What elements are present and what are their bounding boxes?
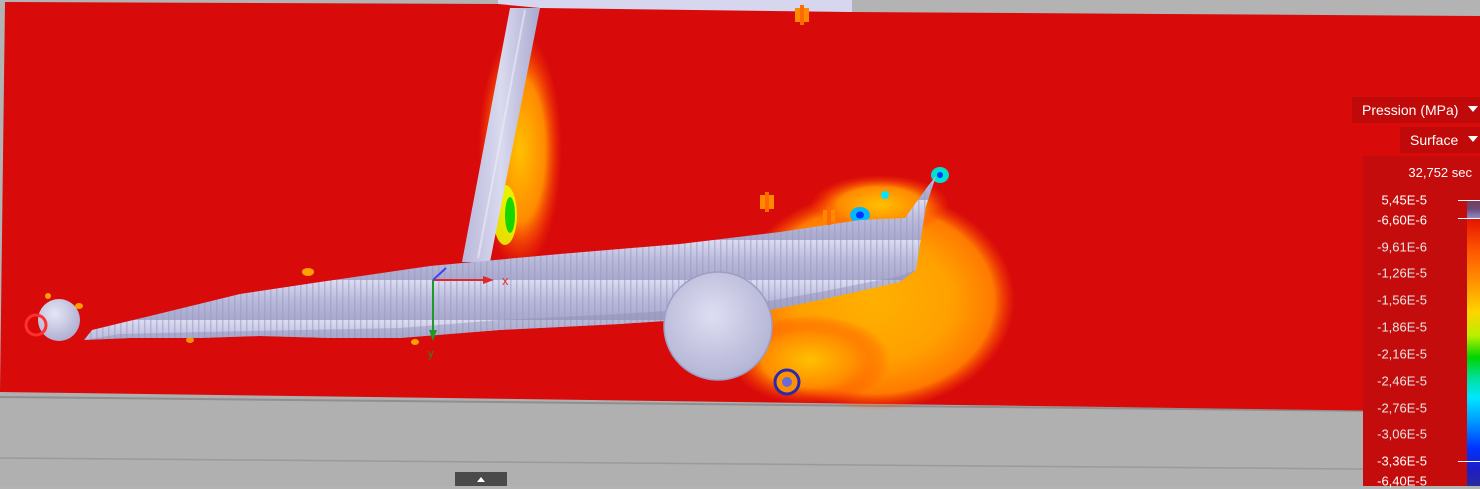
legend-label: -1,26E-5 — [1377, 265, 1427, 281]
pressure-spot-small-5 — [45, 293, 51, 299]
legend-labels: 5,45E-5 -6,60E-6 -9,61E-6 -1,26E-5 -1,56… — [1363, 156, 1427, 489]
display-mode-label: Surface — [1410, 132, 1459, 148]
y-axis-label: y — [428, 348, 434, 360]
sensor-icon[interactable] — [760, 192, 774, 212]
chevron-down-icon — [1468, 106, 1478, 112]
display-mode-dropdown[interactable]: Surface — [1400, 127, 1480, 153]
legend-label: -3,36E-5 — [1377, 453, 1427, 469]
legend-lower-slider[interactable] — [1458, 461, 1480, 462]
pressure-spot-small-1 — [302, 268, 314, 276]
legend-color-bar — [1467, 218, 1480, 486]
pressure-spot-small-2 — [411, 339, 419, 345]
legend-label: -2,46E-5 — [1377, 373, 1427, 389]
legend-label: -6,40E-5 — [1377, 473, 1427, 489]
legend-label: -1,86E-5 — [1377, 319, 1427, 335]
legend-min-slider[interactable] — [1458, 200, 1480, 201]
color-legend: 32,752 sec 5,45E-5 -6,60E-6 -9,61E-6 -1,… — [1363, 156, 1480, 489]
legend-label: -3,06E-5 — [1377, 426, 1427, 442]
3d-viewport[interactable]: x y Pression (MPa) Surface 32,752 sec 5,… — [0, 0, 1480, 489]
legend-label: -6,60E-6 — [1377, 212, 1427, 228]
simulation-scene[interactable]: x y — [0, 0, 1480, 486]
legend-label: -1,56E-5 — [1377, 292, 1427, 308]
part-disk[interactable] — [663, 271, 773, 381]
legend-out-of-range-swatch — [1467, 200, 1480, 218]
chevron-down-icon — [1468, 136, 1478, 142]
panel-expand-tab[interactable] — [455, 472, 507, 486]
pressure-spot-blue-1-core — [856, 211, 864, 219]
legend-label: -9,61E-6 — [1377, 239, 1427, 255]
legend-label: 5,45E-5 — [1381, 192, 1427, 208]
legend-max-slider[interactable] — [1458, 218, 1480, 219]
pressure-spot-blue-2-core — [937, 172, 943, 178]
legend-label: -2,76E-5 — [1377, 400, 1427, 416]
legend-label: -2,16E-5 — [1377, 346, 1427, 362]
x-axis-label: x — [502, 273, 509, 288]
result-quantity-label: Pression (MPa) — [1362, 102, 1459, 118]
vent-marker-core — [782, 377, 792, 387]
chevron-up-icon — [477, 477, 485, 482]
sensor-icon[interactable] — [795, 5, 809, 25]
pressure-spot-blue-3 — [881, 191, 889, 199]
pressure-spot-green — [505, 197, 515, 233]
result-quantity-dropdown[interactable]: Pression (MPa) — [1352, 97, 1480, 123]
